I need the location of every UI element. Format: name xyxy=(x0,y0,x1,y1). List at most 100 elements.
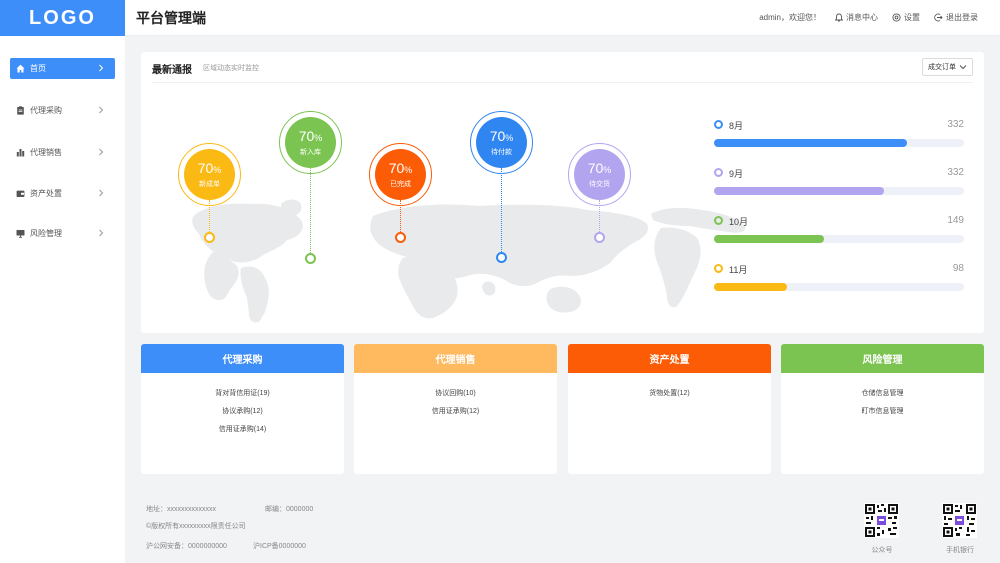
card-header[interactable]: 风险管理 xyxy=(781,344,984,373)
app-title: 平台管理端 xyxy=(136,9,206,26)
qr-code-icon[interactable] xyxy=(942,503,977,538)
bar-label: 10月 xyxy=(729,217,749,227)
legend-marker xyxy=(714,120,723,129)
bubble-label: 待付款 xyxy=(491,148,512,156)
bubble-label: 已完成 xyxy=(390,180,411,188)
bar-fill xyxy=(714,235,824,243)
bar-value: 149 xyxy=(947,215,964,226)
gear-icon xyxy=(892,13,901,22)
card-asset-disposal: 资产处置 货物处置(12) xyxy=(568,344,771,474)
sidebar-item-label: 代理销售 xyxy=(30,148,62,157)
footer: 地址：xxxxxxxxxxxxxx 邮编：0000000 ©版权所有xxxxxx… xyxy=(125,490,1000,563)
bar-label: 8月 xyxy=(729,121,744,131)
clipboard-icon xyxy=(17,106,24,115)
chevron-right-icon xyxy=(99,148,104,156)
map-marker[interactable] xyxy=(395,232,406,243)
chevron-right-icon xyxy=(99,64,104,72)
footer-address: 地址：xxxxxxxxxxxxxx xyxy=(146,506,216,513)
chevron-right-icon xyxy=(99,229,104,237)
bar-fill xyxy=(714,187,884,195)
stat-bubble-pending-payment[interactable]: 70% 待付款 xyxy=(476,117,527,168)
bar-track xyxy=(714,235,964,243)
qr-code-icon[interactable] xyxy=(864,503,899,538)
bar-label: 11月 xyxy=(729,265,748,275)
bubble-pct: 70% xyxy=(298,127,323,144)
card-agent-sales: 代理销售 协议回购(10) 信用证承购(12) xyxy=(354,344,557,474)
bar-fill xyxy=(714,139,907,147)
map-marker[interactable] xyxy=(594,232,605,243)
card-link[interactable]: 信用证承购(12) xyxy=(354,406,557,424)
bar-fill xyxy=(714,283,787,291)
qr-label: 公众号 xyxy=(871,547,893,554)
bar-row: 8月 332 xyxy=(714,118,964,148)
sidebar-item-label: 风险管理 xyxy=(30,229,62,238)
card-link[interactable]: 货物处置(12) xyxy=(568,388,771,406)
bubble-stem xyxy=(209,200,210,232)
bubble-stem xyxy=(400,200,401,232)
bubble-stem xyxy=(310,168,311,253)
bubble-pct: 70% xyxy=(587,159,612,176)
bubble-label: 待交货 xyxy=(589,180,610,188)
bar-value: 332 xyxy=(947,119,964,130)
map-marker[interactable] xyxy=(496,252,507,263)
bar-row: 10月 149 xyxy=(714,214,964,244)
qr-label: 手机银行 xyxy=(946,547,974,554)
logo[interactable]: LOGO xyxy=(0,0,125,36)
bubble-label: 新入库 xyxy=(300,148,321,156)
bubble-stem xyxy=(599,200,600,232)
wallet-icon xyxy=(16,190,25,197)
bar-track xyxy=(714,187,964,195)
legend-marker xyxy=(714,216,723,225)
legend-marker xyxy=(714,168,723,177)
card-risk-management: 风险管理 仓储信息管理 盯市信息管理 xyxy=(781,344,984,474)
sidebar-item-label: 资产处置 xyxy=(30,189,62,198)
sidebar-item-agent-purchase[interactable]: 代理采购 xyxy=(10,100,115,121)
sidebar: 首页 代理采购 代理销售 资产处置 风险管理 xyxy=(0,36,125,563)
card-link[interactable]: 背对背信用证(19) xyxy=(141,388,344,406)
logout-button[interactable]: 退出登录 xyxy=(934,12,978,23)
logout-label: 退出登录 xyxy=(946,13,978,22)
bar-value: 98 xyxy=(952,263,964,274)
sidebar-item-label: 首页 xyxy=(30,64,46,73)
bubble-stem xyxy=(501,168,502,252)
home-icon xyxy=(16,64,25,73)
monitor-icon xyxy=(16,230,25,238)
sidebar-item-agent-sales[interactable]: 代理销售 xyxy=(10,142,115,163)
bubble-pct: 70% xyxy=(197,159,222,176)
card-link[interactable]: 仓储信息管理 xyxy=(781,388,984,406)
stat-bubble-pending-delivery[interactable]: 70% 待交货 xyxy=(574,149,625,200)
footer-icp: 沪ICP备0000000 xyxy=(253,543,306,550)
bar-track xyxy=(714,283,964,291)
card-link[interactable]: 信用证承购(14) xyxy=(141,424,344,442)
bubble-pct: 70% xyxy=(489,127,514,144)
card-header[interactable]: 代理采购 xyxy=(141,344,344,373)
card-link[interactable]: 协议回购(10) xyxy=(354,388,557,406)
chevron-right-icon xyxy=(99,106,104,114)
top-bar: 平台管理端 admin，欢迎您！ 消息中心 设置 退出登录 xyxy=(125,0,1000,36)
footer-police-record: 沪公网安备：0000000000 xyxy=(146,543,227,550)
card-header[interactable]: 代理销售 xyxy=(354,344,557,373)
settings-label: 设置 xyxy=(904,13,920,22)
sidebar-item-risk-management[interactable]: 风险管理 xyxy=(10,223,115,244)
settings-button[interactable]: 设置 xyxy=(892,12,920,23)
map-marker[interactable] xyxy=(204,232,215,243)
bell-icon xyxy=(835,13,843,22)
top-actions: admin，欢迎您！ 消息中心 设置 退出登录 xyxy=(759,12,978,23)
messages-button[interactable]: 消息中心 xyxy=(835,12,878,23)
bar-label: 9月 xyxy=(729,169,744,179)
bar-chart-icon xyxy=(16,149,25,157)
card-link[interactable]: 协议承购(12) xyxy=(141,406,344,424)
stat-bubble-new-order[interactable]: 70% 新成单 xyxy=(184,149,235,200)
bar-row: 9月 332 xyxy=(714,166,964,196)
chevron-right-icon xyxy=(99,189,104,197)
card-header[interactable]: 资产处置 xyxy=(568,344,771,373)
stat-bubble-new-stock[interactable]: 70% 新入库 xyxy=(285,117,336,168)
user-greeting: admin，欢迎您！ xyxy=(759,13,821,22)
map-marker[interactable] xyxy=(305,253,316,264)
footer-copyright: ©版权所有xxxxxxxxx限责任公司 xyxy=(146,523,246,530)
card-link[interactable]: 盯市信息管理 xyxy=(781,406,984,424)
stat-bubble-completed[interactable]: 70% 已完成 xyxy=(375,149,426,200)
sidebar-item-asset-disposal[interactable]: 资产处置 xyxy=(10,183,115,204)
sidebar-item-label: 代理采购 xyxy=(30,106,62,115)
sidebar-item-home[interactable]: 首页 xyxy=(10,58,115,79)
